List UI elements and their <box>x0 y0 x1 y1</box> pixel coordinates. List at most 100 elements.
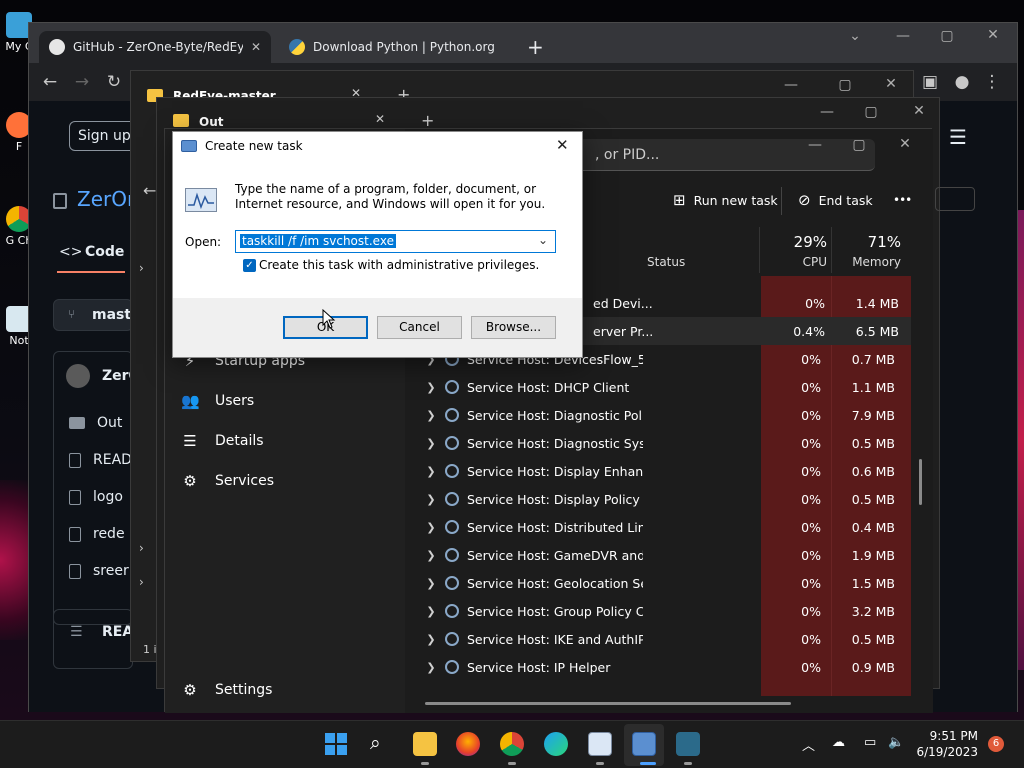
table-row[interactable]: ❯Service Host: IKE and AuthIP I...0%0.5 … <box>421 625 911 653</box>
minimize-icon[interactable]: — <box>893 28 913 44</box>
end-task-icon: ⊘ <box>798 191 811 209</box>
horizontal-scrollbar[interactable] <box>425 702 791 705</box>
close-icon[interactable]: ✕ <box>983 27 1003 43</box>
chevron-right-icon[interactable]: ❯ <box>421 493 441 506</box>
nav-users[interactable]: 👥 Users <box>179 381 389 421</box>
minimize-icon[interactable]: — <box>781 77 801 93</box>
maximize-icon[interactable]: ▢ <box>849 137 869 153</box>
chevron-right-icon[interactable]: › <box>139 575 144 589</box>
chevron-right-icon[interactable]: ❯ <box>421 661 441 674</box>
table-row[interactable]: ❯Service Host: Group Policy Cli...0%3.2 … <box>421 597 911 625</box>
task-manager-taskbar-icon[interactable] <box>588 732 612 756</box>
chevron-right-icon[interactable]: ❯ <box>421 605 441 618</box>
avatar <box>66 364 90 388</box>
service-gear-icon <box>445 632 459 646</box>
browse-button[interactable]: Browse... <box>471 316 556 339</box>
close-tab-icon[interactable]: ✕ <box>251 40 261 54</box>
profile-icon[interactable]: ● <box>951 71 973 93</box>
nav-services[interactable]: ⚙ Services <box>179 461 389 501</box>
more-options-button[interactable]: ••• <box>893 193 912 207</box>
maximize-icon[interactable]: ▢ <box>937 28 957 44</box>
clock-date[interactable]: 6/19/2023 <box>910 745 978 759</box>
back-arrow-icon[interactable]: ← <box>39 71 61 93</box>
notification-badge[interactable]: 6 <box>988 736 1004 752</box>
chevron-right-icon[interactable]: ❯ <box>421 549 441 562</box>
table-row[interactable]: ❯Service Host: Diagnostic Syste...0%0.5 … <box>421 429 911 457</box>
chevron-up-icon[interactable]: ︿ <box>802 735 815 754</box>
chevron-right-icon[interactable]: ❯ <box>421 409 441 422</box>
back-arrow-icon[interactable]: ← <box>143 181 156 200</box>
chevron-right-icon[interactable]: ❯ <box>421 465 441 478</box>
tab-github[interactable]: GitHub - ZerOne-Byte/RedEye: V ✕ <box>39 31 271 63</box>
nav-settings[interactable]: ⚙ Settings <box>179 670 389 710</box>
table-row[interactable]: ❯Service Host: GameDVR and B...0%1.9 MB <box>421 541 911 569</box>
minimize-icon[interactable]: — <box>817 104 837 120</box>
table-row[interactable]: ❯Service Host: Diagnostic Polic...0%7.9 … <box>421 401 911 429</box>
edge-taskbar-icon[interactable] <box>544 732 568 756</box>
file-explorer-taskbar-icon[interactable] <box>413 732 437 756</box>
table-row[interactable]: ❯Service Host: Distributed Link ...0%0.4… <box>421 513 911 541</box>
table-row[interactable]: ❯Service Host: Display Enhance...0%0.6 M… <box>421 457 911 485</box>
close-icon[interactable]: ✕ <box>556 136 569 154</box>
open-input[interactable]: taskkill /f /im svchost.exe ⌄ <box>235 230 556 253</box>
search-icon[interactable]: ⌕ <box>370 732 381 754</box>
start-button[interactable] <box>325 733 347 755</box>
branch-select[interactable]: ⑂ maste <box>53 299 141 331</box>
cancel-button[interactable]: Cancel <box>377 316 462 339</box>
reload-icon[interactable]: ↻ <box>103 71 125 93</box>
chevron-right-icon[interactable]: ❯ <box>421 633 441 646</box>
column-status[interactable]: Status <box>647 255 685 269</box>
maximize-icon[interactable]: ▢ <box>835 77 855 93</box>
side-panel-icon[interactable]: ▣ <box>919 71 941 93</box>
terminal-taskbar-icon[interactable] <box>676 732 700 756</box>
column-cpu[interactable]: CPU <box>765 255 827 269</box>
close-icon[interactable]: ✕ <box>895 136 915 152</box>
nav-details[interactable]: ☰ Details <box>179 421 389 461</box>
tab-code[interactable]: Code <box>85 244 124 260</box>
table-row[interactable]: ❯ Service Host: DHCP Client 0% 1.1 MB <box>421 373 911 401</box>
view-select[interactable] <box>935 187 975 211</box>
table-row[interactable]: ❯Service Host: Display Policy Se...0%0.5… <box>421 485 911 513</box>
close-icon[interactable]: ✕ <box>909 103 929 119</box>
column-memory[interactable]: Memory <box>835 255 901 269</box>
cloud-icon[interactable]: ☁ <box>832 735 845 750</box>
chevron-right-icon[interactable]: ❯ <box>421 577 441 590</box>
close-tab-icon[interactable]: ✕ <box>375 112 385 126</box>
service-gear-icon <box>445 548 459 562</box>
chevron-right-icon[interactable]: ❯ <box>421 437 441 450</box>
run-task-icon: ⊞ <box>673 191 686 209</box>
volume-icon[interactable]: 🔈 <box>888 735 904 750</box>
chevron-right-icon[interactable]: › <box>139 541 144 555</box>
vertical-scrollbar[interactable] <box>919 459 922 505</box>
chevron-down-icon[interactable]: ⌄ <box>845 28 865 44</box>
chevron-down-icon[interactable]: ⌄ <box>538 233 548 247</box>
folder-icon <box>69 417 85 429</box>
table-row[interactable]: ❯ Service Host: IP Helper 0% 0.9 MB <box>421 653 911 681</box>
maximize-icon[interactable]: ▢ <box>861 104 881 120</box>
menu-icon[interactable]: ⋮ <box>981 71 1003 93</box>
service-gear-icon <box>445 576 459 590</box>
running-indicator <box>684 762 692 765</box>
search-input[interactable]: , or PID... <box>565 139 875 171</box>
chevron-right-icon[interactable]: ❯ <box>421 521 441 534</box>
admin-checkbox[interactable]: ✓ <box>243 259 256 272</box>
table-row[interactable]: ❯Service Host: Geolocation Serv...0%1.5 … <box>421 569 911 597</box>
close-icon[interactable]: ✕ <box>881 76 901 92</box>
chrome-taskbar-icon[interactable] <box>500 732 524 756</box>
end-task-button[interactable]: ⊘ End task <box>798 191 873 209</box>
firefox-taskbar-icon[interactable] <box>456 732 480 756</box>
explorer-tab-title[interactable]: Out <box>199 115 223 129</box>
running-indicator <box>508 762 516 765</box>
run-dialog-taskbar-icon[interactable] <box>632 732 656 756</box>
admin-checkbox-label[interactable]: Create this task with administrative pri… <box>259 258 539 272</box>
minimize-icon[interactable]: — <box>805 137 825 153</box>
run-new-task-button[interactable]: ⊞ Run new task <box>673 191 778 209</box>
forward-arrow-icon[interactable]: → <box>71 71 93 93</box>
new-tab-button[interactable]: + <box>527 35 544 59</box>
clock-time[interactable]: 9:51 PM <box>918 729 978 743</box>
network-icon[interactable]: ▭ <box>864 735 876 750</box>
chevron-right-icon[interactable]: ❯ <box>421 381 441 394</box>
tab-python[interactable]: Download Python | Python.org <box>279 31 511 63</box>
hamburger-menu-icon[interactable]: ☰ <box>949 125 967 149</box>
chevron-right-icon[interactable]: › <box>139 261 144 275</box>
